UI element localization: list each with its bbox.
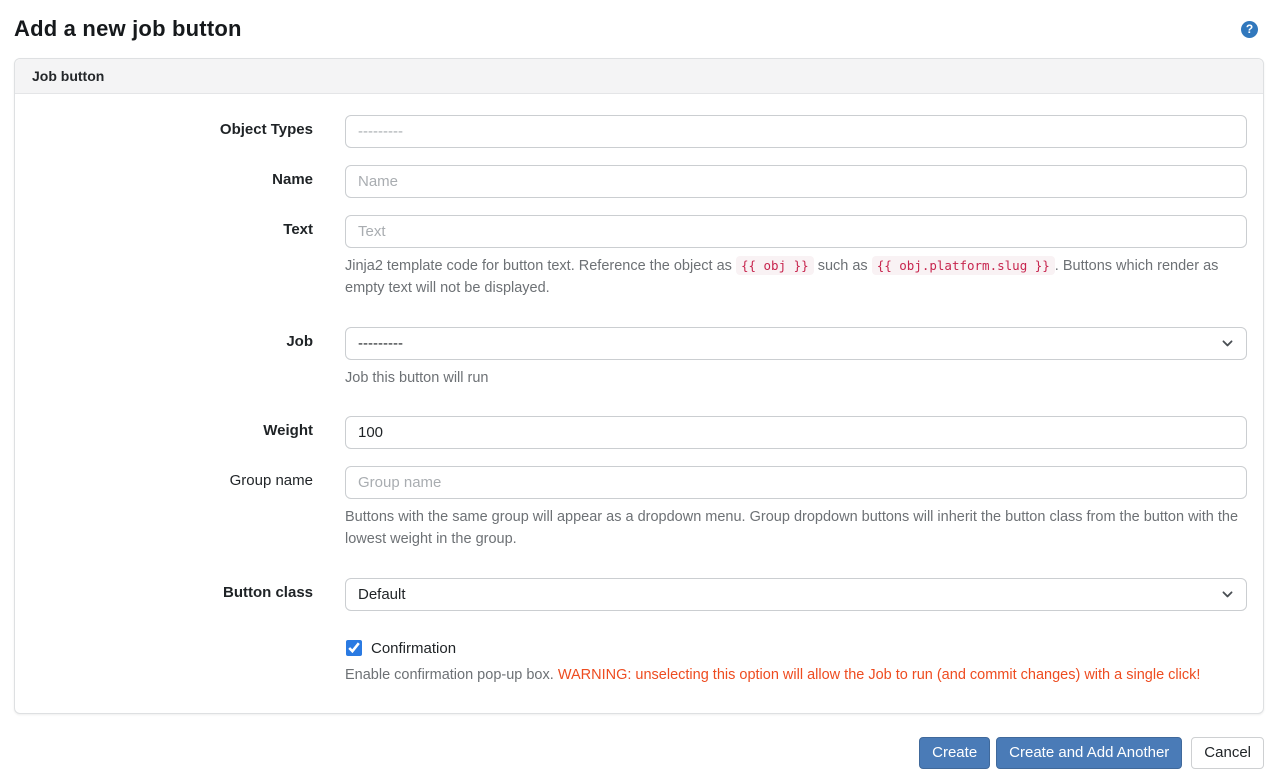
confirmation-warning-text: WARNING: unselecting this option will al… xyxy=(557,666,1201,683)
create-button[interactable]: Create xyxy=(919,736,991,770)
confirmation-label-spacer xyxy=(31,638,345,687)
form-row-button-class: Button class Default xyxy=(31,577,1247,611)
text-help: Jinja2 template code for button text. Re… xyxy=(345,256,1247,300)
weight-label: Weight xyxy=(263,422,313,440)
text-label: Text xyxy=(283,221,313,238)
name-label: Name xyxy=(272,171,313,188)
job-button-panel: Job button Object Types Name Text xyxy=(14,58,1264,714)
job-select[interactable]: --------- xyxy=(345,326,1247,360)
form-row-text: Text Jinja2 template code for button tex… xyxy=(31,215,1247,300)
inline-code-obj: {{ obj }} xyxy=(735,256,814,275)
panel-header: Job button xyxy=(15,59,1263,94)
page-title: Add a new job button xyxy=(14,16,242,41)
text-input[interactable] xyxy=(345,215,1247,248)
confirmation-help: Enable confirmation pop-up box. WARNING:… xyxy=(345,665,1247,687)
button-class-label: Button class xyxy=(222,583,313,601)
question-mark-icon[interactable]: ? xyxy=(1241,20,1258,38)
form-row-weight: Weight xyxy=(31,416,1247,450)
form-row-confirmation: Confirmation Enable confirmation pop-up … xyxy=(31,638,1247,687)
form-row-object-types: Object Types xyxy=(31,115,1247,148)
form-row-group-name: Group name Buttons with the same group w… xyxy=(31,466,1247,551)
group-name-help: Buttons with the same group will appear … xyxy=(345,509,1239,547)
create-and-add-another-button[interactable]: Create and Add Another xyxy=(996,736,1183,770)
job-label: Job xyxy=(286,332,313,350)
name-input[interactable] xyxy=(345,165,1247,198)
job-help: Job this button will run xyxy=(345,369,489,386)
page: Add a new job button ? Job button Object… xyxy=(0,0,1278,781)
group-name-label: Group name xyxy=(229,472,313,490)
weight-input[interactable] xyxy=(345,416,1247,450)
object-types-label: Object Types xyxy=(219,121,313,138)
confirmation-help-part1: Enable confirmation pop-up box. xyxy=(345,666,558,683)
form-row-job: Job --------- Job this button will run xyxy=(31,326,1247,390)
text-help-part1: Jinja2 template code for button text. Re… xyxy=(345,258,736,274)
confirmation-checkbox[interactable] xyxy=(346,640,362,657)
cancel-button[interactable]: Cancel xyxy=(1191,736,1264,770)
inline-code-obj-platform-slug: {{ obj.platform.slug }} xyxy=(871,256,1055,275)
text-help-part2: such as xyxy=(813,258,872,274)
confirmation-label[interactable]: Confirmation xyxy=(371,640,456,657)
panel-body: Object Types Name Text Jinja2 template c… xyxy=(15,94,1263,713)
group-name-input[interactable] xyxy=(345,466,1247,500)
form-actions: Create Create and Add Another Cancel xyxy=(14,736,1264,770)
button-class-select[interactable]: Default xyxy=(345,577,1247,611)
form-row-name: Name xyxy=(31,165,1247,198)
object-types-input[interactable] xyxy=(345,115,1247,148)
page-header: Add a new job button ? xyxy=(14,16,1264,42)
